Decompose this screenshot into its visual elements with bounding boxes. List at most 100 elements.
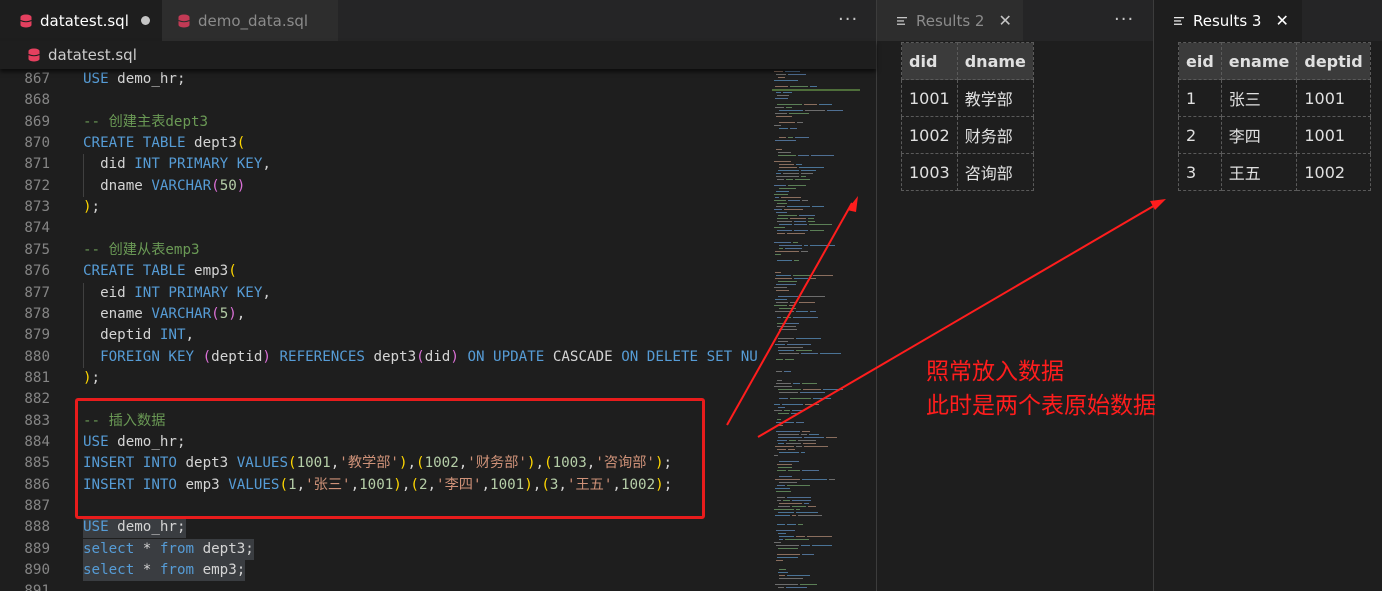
table-cell[interactable]: 2 <box>1178 116 1222 154</box>
table-row[interactable]: 1003 咨询部 <box>901 153 1034 191</box>
minimap-line <box>779 482 797 483</box>
table-cell[interactable]: 财务部 <box>956 116 1034 154</box>
column-header[interactable]: dname <box>956 42 1034 80</box>
code-line[interactable]: 871 did INT PRIMARY KEY, <box>0 154 770 176</box>
tab-datatest-sql[interactable]: datatest.sql <box>0 0 162 41</box>
database-icon <box>20 14 32 27</box>
table-cell[interactable]: 王五 <box>1220 153 1298 191</box>
minimap-line <box>804 446 828 447</box>
minimap-line <box>794 224 807 225</box>
table-cell[interactable]: 咨询部 <box>956 153 1034 191</box>
code-line[interactable]: 880 FOREIGN KEY (deptid) REFERENCES dept… <box>0 346 770 368</box>
code-line[interactable]: 877 eid INT PRIMARY KEY, <box>0 282 770 304</box>
line-number: 871 <box>24 156 50 173</box>
code-line[interactable]: 873); <box>0 197 770 218</box>
minimap[interactable] <box>772 69 860 591</box>
minimap-line <box>795 137 809 138</box>
column-header[interactable]: deptid <box>1296 42 1371 80</box>
minimap-line <box>777 233 785 234</box>
minimap-line <box>791 413 797 414</box>
table-cell[interactable]: 1001 <box>901 79 958 117</box>
minimap-line <box>778 296 798 297</box>
minimap-line <box>790 398 811 399</box>
code-line[interactable]: 872 dname VARCHAR(50) <box>0 175 770 198</box>
minimap-line <box>777 449 786 450</box>
code-line[interactable]: 879 deptid INT, <box>0 325 770 347</box>
tab-results-3[interactable]: Results 3 ✕ <box>1154 0 1302 41</box>
more-actions-icon[interactable]: ··· <box>838 9 858 30</box>
minimap-line <box>779 128 788 129</box>
minimap-line <box>796 446 802 447</box>
table-cell[interactable]: 1001 <box>1296 116 1371 154</box>
minimap-line <box>778 170 799 171</box>
unsaved-dot-icon[interactable] <box>140 16 150 25</box>
table-cell[interactable]: 1 <box>1178 79 1222 117</box>
table-row[interactable]: 2 李四 1001 <box>1178 116 1371 154</box>
line-number: 885 <box>24 455 50 472</box>
table-cell[interactable]: 3 <box>1178 153 1222 191</box>
code-line[interactable]: 868 <box>0 90 770 111</box>
tab-demo-data-sql[interactable]: demo_data.sql <box>162 0 338 41</box>
line-number: 877 <box>24 284 50 301</box>
minimap-line <box>797 122 803 123</box>
table-cell[interactable]: 教学部 <box>956 79 1034 117</box>
close-icon[interactable]: ✕ <box>998 11 1011 30</box>
table-row[interactable]: 3 王五 1002 <box>1178 153 1371 191</box>
minimap-line <box>805 404 819 405</box>
indent-guide <box>83 346 84 368</box>
code-line[interactable]: 875 -- 创建从表emp3 <box>0 240 770 261</box>
column-header[interactable]: ename <box>1220 42 1298 80</box>
breadcrumb-file[interactable]: datatest.sql <box>48 46 137 64</box>
column-header[interactable]: eid <box>1178 42 1222 80</box>
minimap-marker <box>772 89 860 91</box>
minimap-line <box>820 353 841 354</box>
minimap-line <box>774 509 794 510</box>
minimap-line <box>779 188 796 189</box>
code-line[interactable]: 870 CREATE TABLE dept3( <box>0 133 770 154</box>
minimap-line <box>793 317 818 318</box>
code-text: dname VARCHAR(50) <box>83 177 246 194</box>
minimap-line <box>774 542 781 543</box>
code-line[interactable]: 876 CREATE TABLE emp3( <box>0 261 770 282</box>
line-number: 881 <box>24 369 50 386</box>
code-line[interactable]: 888 USE demo_hr; <box>0 517 770 539</box>
minimap-line <box>789 440 796 441</box>
minimap-line <box>799 215 815 216</box>
minimap-line <box>787 575 810 576</box>
minimap-line <box>784 410 790 411</box>
code-line[interactable]: 890 select * from emp3; <box>0 560 770 582</box>
table-row[interactable]: 1002 财务部 <box>901 116 1034 154</box>
close-icon[interactable]: ✕ <box>1275 11 1288 30</box>
code-line[interactable]: 891 <box>0 581 770 591</box>
table-cell[interactable]: 1002 <box>901 116 958 154</box>
minimap-line <box>775 107 784 108</box>
table-cell[interactable]: 张三 <box>1220 79 1298 117</box>
more-actions-icon[interactable]: ··· <box>1114 9 1134 30</box>
minimap-line <box>813 398 831 399</box>
minimap-line <box>777 440 787 441</box>
minimap-line <box>804 104 817 105</box>
code-line[interactable]: 889 select * from dept3; <box>0 538 770 560</box>
minimap-line <box>783 92 792 93</box>
table-cell[interactable]: 1001 <box>1296 79 1371 117</box>
line-number: 878 <box>24 305 50 322</box>
code-line[interactable]: 869 -- 创建主表dept3 <box>0 112 770 133</box>
minimap-line <box>788 470 800 471</box>
minimap-line <box>805 110 825 111</box>
minimap-line <box>787 485 810 486</box>
table-cell[interactable]: 1003 <box>901 153 958 191</box>
table-row[interactable]: 1 张三 1001 <box>1178 79 1371 117</box>
minimap-line <box>793 383 800 384</box>
minimap-line <box>777 464 792 465</box>
table-row[interactable]: 1001 教学部 <box>901 79 1034 117</box>
minimap-line <box>775 278 792 279</box>
code-line[interactable]: 878 ename VARCHAR(5), <box>0 303 770 326</box>
code-line[interactable]: 867 USE demo_hr; <box>0 69 770 90</box>
table-cell[interactable]: 1002 <box>1296 153 1371 191</box>
table-cell[interactable]: 李四 <box>1220 116 1298 154</box>
code-line[interactable]: 881); <box>0 368 770 389</box>
minimap-line <box>774 410 782 411</box>
column-header[interactable]: did <box>901 42 958 80</box>
code-line[interactable]: 874 <box>0 218 770 239</box>
tab-results-2[interactable]: Results 2 ✕ <box>877 0 1023 41</box>
